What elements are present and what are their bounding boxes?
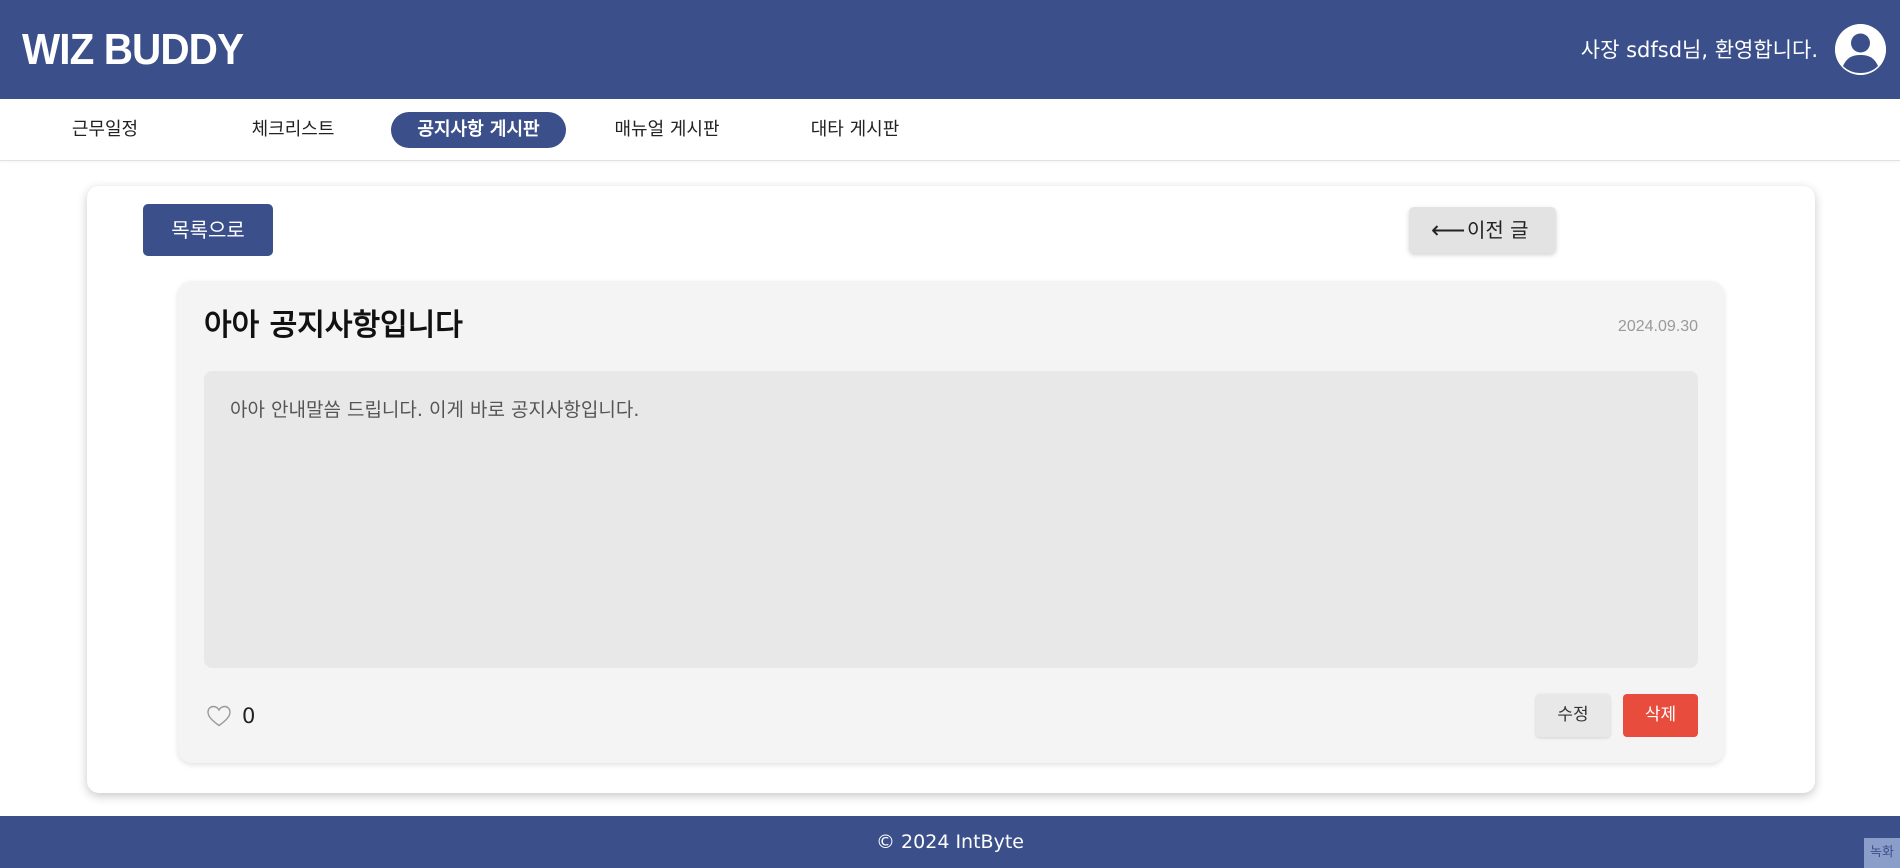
arrow-left-icon: ⟵ xyxy=(1431,216,1466,244)
previous-post-label: 이전 글 xyxy=(1467,218,1529,242)
nav-item-manual-board[interactable]: 매뉴얼 게시판 xyxy=(600,112,734,148)
recording-tab[interactable]: 녹화 xyxy=(1864,838,1900,868)
user-avatar-graphic xyxy=(1835,24,1886,75)
nav-item-work-schedule[interactable]: 근무일정 xyxy=(60,112,150,148)
copyright-text: © 2024 IntByte xyxy=(876,831,1024,853)
post-date: 2024.09.30 xyxy=(1617,318,1698,335)
nav-item-substitute-board[interactable]: 대타 게시판 xyxy=(800,112,910,148)
app-logo[interactable]: WIZ BUDDY xyxy=(22,22,244,78)
post-content: 아아 안내말씀 드립니다. 이게 바로 공지사항입니다. xyxy=(230,399,640,421)
back-to-list-button[interactable]: 목록으로 xyxy=(143,204,273,256)
app-header: WIZ BUDDY 사장 sdfsd님, 환영합니다. xyxy=(0,0,1900,99)
previous-post-button[interactable]: ⟵ 이전 글 xyxy=(1409,207,1556,253)
welcome-message: 사장 sdfsd님, 환영합니다. xyxy=(1580,38,1818,62)
edit-button[interactable]: 수정 xyxy=(1536,694,1610,737)
heart-icon xyxy=(207,705,231,727)
post-body: 아아 안내말씀 드립니다. 이게 바로 공지사항입니다. xyxy=(204,371,1698,668)
nav-item-checklist[interactable]: 체크리스트 xyxy=(238,112,348,148)
main-nav: 근무일정 체크리스트 공지사항 게시판 매뉴얼 게시판 대타 게시판 xyxy=(0,99,1900,161)
app-footer: © 2024 IntByte xyxy=(0,816,1900,868)
user-circle-icon[interactable] xyxy=(1835,24,1886,75)
like-button[interactable]: 0 xyxy=(206,702,255,730)
nav-item-notice-board[interactable]: 공지사항 게시판 xyxy=(391,112,566,148)
like-count: 0 xyxy=(242,704,256,728)
post-title: 아아 공지사항입니다 xyxy=(204,308,463,343)
delete-button[interactable]: 삭제 xyxy=(1623,694,1698,737)
